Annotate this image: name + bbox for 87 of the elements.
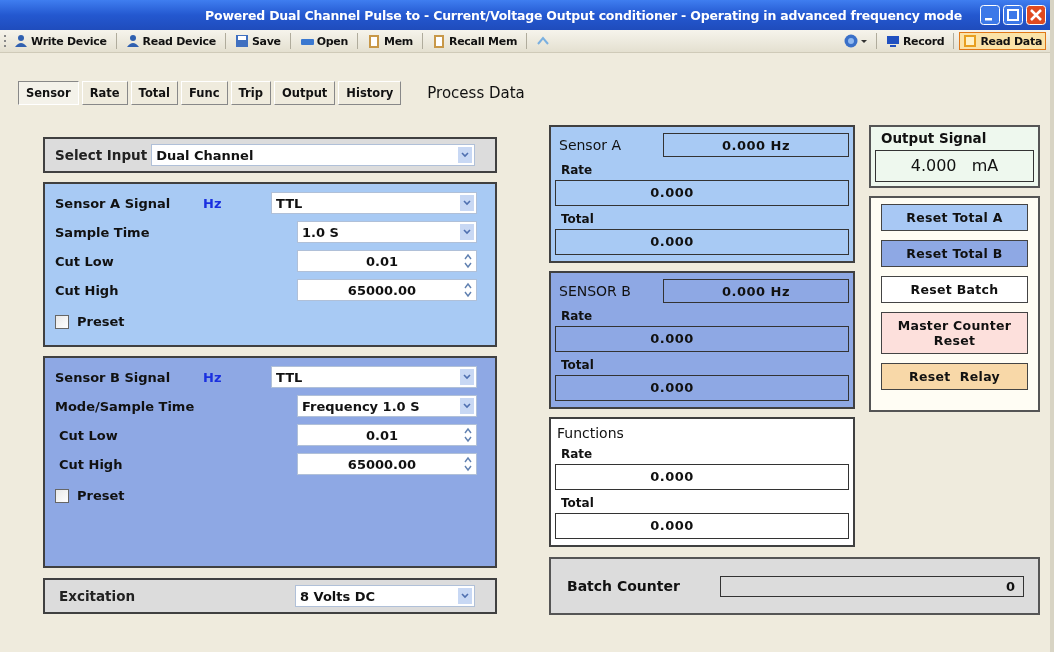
value-display: 0.000 — [555, 326, 849, 352]
help-icon — [843, 34, 858, 48]
field-label: Sensor A Signal — [55, 195, 172, 211]
spinner-arrows-icon — [462, 252, 474, 270]
field-label: Select Input — [55, 147, 148, 163]
spinner-arrows-icon — [462, 426, 474, 444]
toolbar-button[interactable]: Mem — [363, 32, 417, 50]
chevron-down-icon — [460, 224, 474, 240]
checkbox-label[interactable]: Preset — [77, 488, 125, 503]
field-label: Cut High — [58, 456, 124, 472]
number-field[interactable]: 0.01 — [297, 250, 477, 272]
section-title: Process Data — [427, 84, 525, 102]
toolbar-button[interactable]: Read Device — [121, 32, 220, 50]
field-label: Sensor B Signal — [55, 369, 172, 385]
window-title: Powered Dual Channel Pulse to - Current/Voltage Output conditioner - Operating in advanced frequency mode — [205, 7, 962, 23]
person-icon — [125, 34, 140, 48]
reset-button[interactable]: Reset Relay — [881, 363, 1028, 390]
checkbox[interactable] — [55, 488, 69, 503]
dropdown[interactable]: 8 Volts DC — [295, 585, 475, 607]
field-label: Cut High — [55, 282, 120, 298]
field-label: Rate — [560, 447, 594, 461]
tab[interactable]: Rate — [81, 81, 128, 105]
tab[interactable]: Trip — [230, 81, 271, 105]
value-display: 4.000 mA — [875, 150, 1034, 182]
reset-button[interactable]: Reset Total A — [881, 204, 1028, 231]
checkbox-label[interactable]: Preset — [77, 314, 125, 329]
unit-label: Hz — [203, 369, 223, 385]
value-display: 0.000 Hz — [663, 279, 849, 303]
dropdown[interactable]: 1.0 S — [297, 221, 477, 243]
value-display: 0.000 Hz — [663, 133, 849, 157]
monitor-icon — [885, 34, 900, 48]
panel-title: Output Signal — [880, 130, 988, 146]
field-label: Cut Low — [58, 427, 119, 443]
field-label: Rate — [560, 309, 594, 323]
value-display: 0.000 — [555, 464, 849, 490]
toolbar-button[interactable]: Read Data — [959, 32, 1046, 50]
number-field[interactable]: 0.01 — [297, 424, 477, 446]
person-icon — [14, 34, 28, 48]
panel-title: Functions — [556, 425, 625, 441]
field-label: Sample Time — [55, 224, 151, 240]
dropdown[interactable]: Frequency 1.0 S — [297, 395, 477, 417]
field-label: Total — [560, 212, 595, 226]
value-display: 0.000 — [555, 180, 849, 206]
number-field[interactable]: 65000.00 — [297, 453, 477, 475]
chevron-down-icon — [460, 195, 474, 211]
chevron-down-icon — [460, 398, 474, 414]
field-label: Mode/Sample Time — [55, 398, 196, 414]
close-icon — [1026, 5, 1046, 25]
value-display: 0.000 — [555, 229, 849, 255]
chevron-down-icon — [460, 369, 474, 385]
value-display: 0 — [719, 575, 1024, 597]
value-display: 0.000 — [555, 375, 849, 401]
field-label: Rate — [560, 163, 594, 177]
toolbar-button[interactable]: Recall Mem — [427, 32, 522, 50]
tab[interactable]: Output — [273, 81, 336, 105]
tab[interactable]: Sensor — [18, 81, 79, 105]
toolbar-button[interactable]: Write Device — [10, 32, 111, 50]
dropdown[interactable]: Dual Channel — [151, 144, 475, 166]
dropdown[interactable]: TTL — [271, 366, 477, 388]
reset-button[interactable]: Master Counter Reset — [881, 312, 1028, 354]
field-label: Total — [560, 496, 595, 510]
minimize-icon — [980, 5, 1000, 25]
checkbox[interactable] — [55, 314, 69, 329]
spinner-arrows-icon — [462, 281, 474, 299]
tab[interactable]: Func — [181, 81, 228, 105]
grip-icon — [4, 34, 7, 48]
field-label: Batch Counter — [567, 578, 680, 594]
number-field[interactable]: 65000.00 — [297, 279, 477, 301]
unit-label: Hz — [203, 195, 223, 211]
tab[interactable]: History — [338, 81, 402, 105]
toolbar-button[interactable]: Open — [295, 32, 352, 50]
spinner-arrows-icon — [462, 455, 474, 473]
panel-title: SENSOR B — [558, 283, 631, 299]
toolbar-button[interactable]: Save — [230, 32, 285, 50]
reset-button[interactable]: Reset Batch — [881, 276, 1028, 303]
maximize-icon — [1003, 5, 1023, 25]
field-label: Cut Low — [55, 253, 115, 269]
toolbar-button[interactable]: Record — [881, 32, 949, 50]
chevron-down-icon — [458, 588, 472, 604]
field-label: Total — [560, 358, 595, 372]
panel-title: Sensor A — [558, 137, 621, 153]
chevron-down-icon — [458, 147, 472, 163]
field-label: Excitation — [59, 588, 137, 604]
tab[interactable]: Total — [130, 81, 179, 105]
value-display: 0.000 — [555, 513, 849, 539]
dropdown[interactable]: TTL — [271, 192, 477, 214]
reset-button[interactable]: Reset Total B — [881, 240, 1028, 267]
